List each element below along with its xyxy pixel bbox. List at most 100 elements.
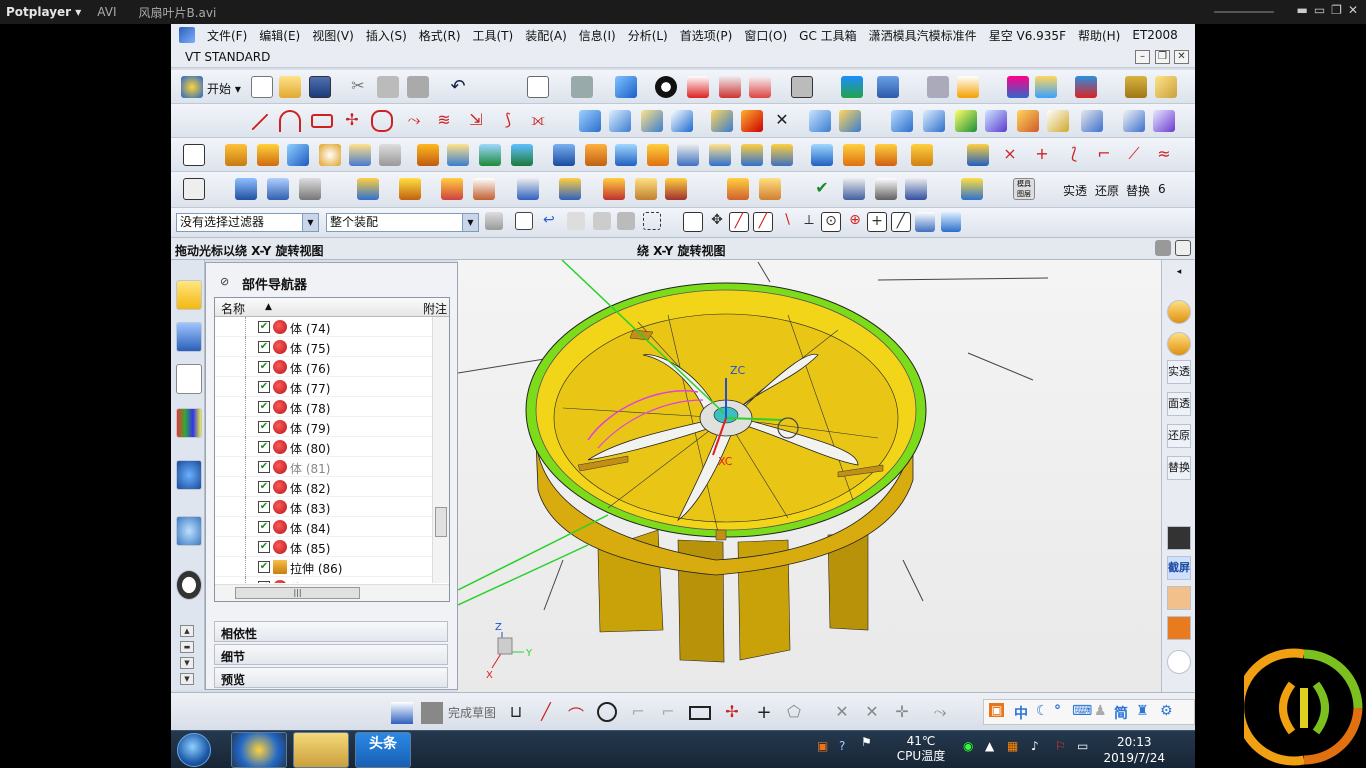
point-on-face-icon[interactable] <box>915 212 935 232</box>
tree-row[interactable]: ✔ 体 (79) <box>215 417 433 437</box>
attach-column-header[interactable]: 附注 <box>423 300 447 317</box>
feature-selection-icon[interactable] <box>515 212 533 230</box>
menu-gc-toolbox[interactable]: GC 工具箱 <box>799 27 857 44</box>
pin-icon[interactable]: ⊘ <box>220 275 229 288</box>
select-edge-icon[interactable] <box>593 212 611 230</box>
point-on-curve-icon[interactable]: ╱ <box>891 212 911 232</box>
part-navigator-tab[interactable] <box>176 364 202 394</box>
axes-icon[interactable] <box>905 178 927 200</box>
hole-icon[interactable] <box>671 110 693 132</box>
help-tray-icon[interactable]: ? <box>839 739 845 754</box>
keyboard-icon[interactable]: ⌨ <box>1072 703 1092 719</box>
thicken-icon[interactable] <box>809 110 831 132</box>
edge-blend-icon[interactable] <box>553 144 575 166</box>
offset-curve-icon[interactable]: ⤳ <box>929 702 951 724</box>
tree-row[interactable]: ✔ 体 (81) <box>215 457 433 477</box>
arc-icon[interactable] <box>279 110 301 132</box>
visibility-checkbox[interactable]: ✔ <box>258 481 270 493</box>
tree-row[interactable]: ✔ 体 (85) <box>215 537 433 557</box>
trim-body-icon[interactable] <box>741 110 763 132</box>
move-face-icon[interactable] <box>843 144 865 166</box>
maximize-icon[interactable]: ▭ <box>1314 3 1325 17</box>
project-curve-icon[interactable]: ⇲ <box>465 110 487 132</box>
tray-expand-icon[interactable]: ▲ <box>985 739 994 754</box>
section-red-icon[interactable] <box>687 76 709 98</box>
extend-sheet-icon[interactable] <box>1123 110 1145 132</box>
tree-vertical-scrollbar[interactable] <box>432 317 449 583</box>
chamfer-icon[interactable] <box>585 144 607 166</box>
trim-curve-icon[interactable]: ⨯ <box>999 144 1021 166</box>
tree-row[interactable]: ✔ 体 (84) <box>215 517 433 537</box>
boolean-icon[interactable] <box>711 110 733 132</box>
details-section[interactable]: 细节 ⌄ <box>214 644 448 665</box>
minimize-icon[interactable]: ▬ <box>1296 3 1307 17</box>
reuse-library-tab[interactable] <box>176 408 202 438</box>
tree-row[interactable]: ✔ 体 (74) <box>215 317 433 337</box>
tree-row[interactable]: ✔ 体 (77) <box>215 377 433 397</box>
add-component-icon[interactable] <box>357 178 379 200</box>
surface-through-curves-icon[interactable] <box>891 110 913 132</box>
pmi-icon[interactable] <box>727 178 749 200</box>
instance-icon[interactable] <box>741 144 763 166</box>
face-blend-icon[interactable] <box>647 144 669 166</box>
check-mark-icon[interactable]: ✔ <box>811 178 833 200</box>
preview-section[interactable]: 预览 ⌄ <box>214 667 448 688</box>
arrow-icon[interactable]: ↩ <box>543 212 561 230</box>
trim-sheet-icon[interactable] <box>1047 110 1069 132</box>
replace-face-icon[interactable] <box>811 144 833 166</box>
studio-surface-icon[interactable] <box>985 110 1007 132</box>
datum-plane-icon[interactable] <box>235 178 257 200</box>
pocket-icon[interactable] <box>379 144 401 166</box>
menu-tools[interactable]: 工具(T) <box>473 27 514 44</box>
menu-format[interactable]: 格式(R) <box>419 27 461 44</box>
arc-icon[interactable]: ⌒ <box>565 702 587 725</box>
taskbar-nx-app[interactable] <box>231 732 287 768</box>
tree-row[interactable]: ✔ 体 (78) <box>215 397 433 417</box>
start-icon[interactable] <box>181 76 203 98</box>
auto-assembly-icon[interactable] <box>1167 650 1191 674</box>
close-icon[interactable]: ✕ <box>1348 3 1358 17</box>
studio-spline-icon[interactable]: ✢ <box>721 702 743 724</box>
visibility-checkbox[interactable]: ✔ <box>258 521 270 533</box>
clip-section-icon[interactable] <box>749 76 771 98</box>
quick-trim-icon[interactable]: ✕ <box>831 702 853 724</box>
new-file-icon[interactable] <box>251 76 273 98</box>
tree-row[interactable]: ✔ 体 (82) <box>215 477 433 497</box>
scroll-thumb[interactable] <box>435 507 447 537</box>
menu-assembly[interactable]: 装配(A) <box>525 27 567 44</box>
arc-center-icon[interactable]: ⊙ <box>821 212 841 232</box>
tape-measure-icon[interactable] <box>1155 76 1177 98</box>
menu-xingkong[interactable]: 星空 V6.935F <box>989 27 1066 44</box>
assembly-navigator-tab[interactable] <box>176 280 202 310</box>
punctuation-icon[interactable]: ° <box>1054 703 1061 719</box>
intersection-icon[interactable]: ⟂ <box>799 212 819 232</box>
start-button[interactable]: 开始 ▾ <box>207 80 241 97</box>
quick-extend-icon[interactable]: ✕ <box>861 702 883 724</box>
offset-surface-icon[interactable] <box>1017 110 1039 132</box>
menu-et2008[interactable]: ET2008 <box>1132 28 1177 42</box>
line-icon[interactable]: ╱ <box>535 702 557 724</box>
doc-close-button[interactable]: ✕ <box>1174 50 1189 64</box>
bounding-point-icon[interactable] <box>941 212 961 232</box>
ime-tray-icon[interactable]: ▣ <box>817 739 828 754</box>
panel-scroll-icon[interactable]: ▼ <box>180 657 194 669</box>
midpoint-icon[interactable]: ╱ <box>753 212 773 232</box>
boss-icon[interactable] <box>349 144 371 166</box>
point-icon[interactable] <box>511 144 533 166</box>
block-icon[interactable] <box>225 144 247 166</box>
finish-sketch-button[interactable]: 完成草图 <box>448 704 496 721</box>
sweep-icon[interactable] <box>641 110 663 132</box>
table-icon[interactable] <box>875 178 897 200</box>
hierarchy-icon[interactable] <box>843 178 865 200</box>
shaded-cube-icon[interactable] <box>615 76 637 98</box>
quadrant-icon[interactable]: ⊕ <box>845 212 865 232</box>
offset-face-icon[interactable] <box>677 144 699 166</box>
volume-icon[interactable]: ♪ <box>1031 739 1039 754</box>
replace-button[interactable]: 替换 <box>1167 456 1191 480</box>
sketch-icon[interactable] <box>391 702 413 724</box>
taskbar-toutiao[interactable]: 头条 <box>355 732 411 768</box>
finish-sketch-icon[interactable] <box>421 702 443 724</box>
ruler-icon[interactable] <box>1125 76 1147 98</box>
make-corner-icon[interactable]: ✛ <box>891 702 913 724</box>
shell-icon[interactable] <box>839 110 861 132</box>
